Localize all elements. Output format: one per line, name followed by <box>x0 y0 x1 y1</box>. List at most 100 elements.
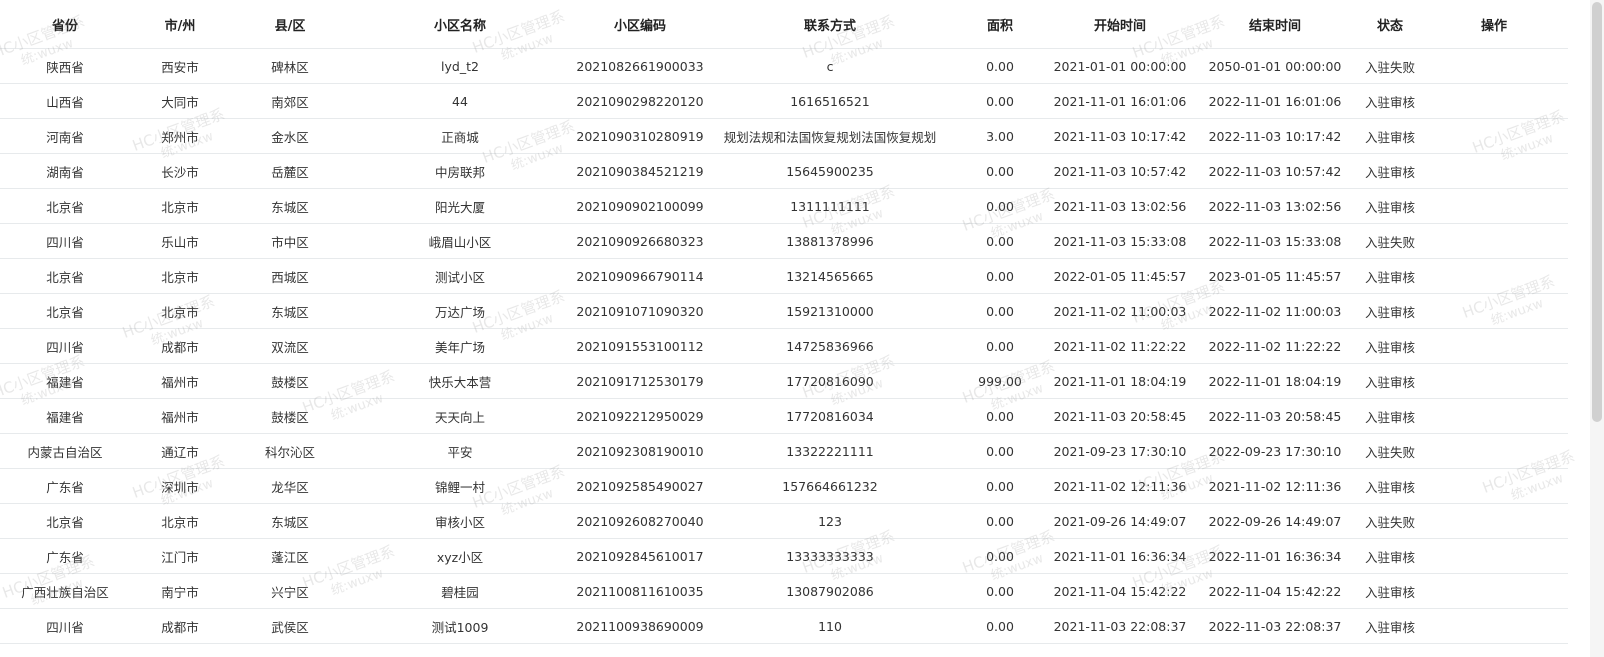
scrollbar-thumb[interactable] <box>1592 2 1602 422</box>
cell-status: 入驻失败 <box>1360 433 1420 469</box>
cell-province: 广西壮族自治区 <box>0 573 130 609</box>
cell-status: 入驻审核 <box>1360 328 1420 364</box>
cell-contact: 13214565665 <box>710 258 950 294</box>
cell-end-time: 2022-11-01 16:01:06 <box>1190 83 1360 119</box>
cell-area: 0.00 <box>950 538 1050 574</box>
table-row[interactable]: 北京省 北京市 西城区 测试小区 2021090966790114 13214565665… <box>0 258 1568 294</box>
cell-end-time: 2022-11-03 15:33:08 <box>1190 223 1360 259</box>
cell-start-time: 2021-11-04 15:42:22 <box>1050 573 1190 609</box>
cell-area: 0.00 <box>950 293 1050 329</box>
cell-actions <box>1420 328 1568 364</box>
cell-district: 碑林区 <box>230 48 350 84</box>
cell-community-code: 2021092585490027 <box>570 468 710 504</box>
cell-district: 南郊区 <box>230 83 350 119</box>
table-row[interactable]: 北京省 北京市 东城区 审核小区 2021092608270040 123 0.00 2021… <box>0 503 1568 539</box>
cell-status: 入驻审核 <box>1360 398 1420 434</box>
cell-province: 北京省 <box>0 503 130 539</box>
table-row[interactable]: 福建省 福州市 鼓楼区 天天向上 2021092212950029 17720816034… <box>0 398 1568 434</box>
table-row[interactable]: 内蒙古自治区 通辽市 科尔沁区 平安 2021092308190010 133222211… <box>0 433 1568 469</box>
cell-city: 大同市 <box>130 83 230 119</box>
vertical-scrollbar[interactable] <box>1590 0 1604 657</box>
cell-city: 北京市 <box>130 188 230 224</box>
cell-community-code: 2021090902100099 <box>570 188 710 224</box>
community-table: 省份 市/州 县/区 小区名称 小区编码 联系方式 面积 开始时间 结束时间 状… <box>0 0 1568 644</box>
table-row[interactable]: 陕西省 西安市 碑林区 lyd_t2 2021082661900033 c 0.00 2021… <box>0 48 1568 84</box>
cell-community-name: 平安 <box>350 433 570 469</box>
community-table-container: 省份 市/州 县/区 小区名称 小区编码 联系方式 面积 开始时间 结束时间 状… <box>0 0 1568 644</box>
table-row[interactable]: 广东省 江门市 蓬江区 xyz小区 2021092845610017 1333333333… <box>0 538 1568 574</box>
table-row[interactable]: 四川省 乐山市 市中区 峨眉山小区 2021090926680323 1388137899… <box>0 223 1568 259</box>
table-row[interactable]: 北京省 北京市 东城区 万达广场 2021091071090320 15921310000… <box>0 293 1568 329</box>
table-row[interactable]: 山西省 大同市 南郊区 44 2021090298220120 1616516521 0.0… <box>0 83 1568 119</box>
cell-start-time: 2021-11-01 18:04:19 <box>1050 363 1190 399</box>
cell-community-code: 2021100938690009 <box>570 608 710 644</box>
cell-start-time: 2021-11-02 12:11:36 <box>1050 468 1190 504</box>
cell-community-name: 正商城 <box>350 118 570 154</box>
cell-province: 福建省 <box>0 398 130 434</box>
cell-community-code: 2021090310280919 <box>570 118 710 154</box>
cell-contact: 15921310000 <box>710 293 950 329</box>
table-row[interactable]: 四川省 成都市 武侯区 测试1009 2021100938690009 110 0.00 20… <box>0 608 1568 644</box>
cell-community-code: 2021090384521219 <box>570 153 710 189</box>
table-row[interactable]: 北京省 北京市 东城区 阳光大厦 2021090902100099 1311111111 0… <box>0 188 1568 224</box>
cell-area: 0.00 <box>950 48 1050 84</box>
cell-contact: 1311111111 <box>710 188 950 224</box>
cell-district: 鼓楼区 <box>230 363 350 399</box>
cell-city: 长沙市 <box>130 153 230 189</box>
cell-actions <box>1420 503 1568 539</box>
cell-end-time: 2022-11-03 22:08:37 <box>1190 608 1360 644</box>
table-row[interactable]: 广东省 深圳市 龙华区 锦鲤一村 2021092585490027 15766466123… <box>0 468 1568 504</box>
cell-actions <box>1420 398 1568 434</box>
cell-contact: 13881378996 <box>710 223 950 259</box>
cell-community-name: 中房联邦 <box>350 153 570 189</box>
cell-actions <box>1420 573 1568 609</box>
cell-community-code: 2021100811610035 <box>570 573 710 609</box>
table-row[interactable]: 四川省 成都市 双流区 美年广场 2021091553100112 14725836966… <box>0 328 1568 364</box>
cell-status: 入驻审核 <box>1360 573 1420 609</box>
header-end-time: 结束时间 <box>1190 0 1360 49</box>
cell-province: 湖南省 <box>0 153 130 189</box>
cell-end-time: 2022-11-03 20:58:45 <box>1190 398 1360 434</box>
cell-province: 陕西省 <box>0 48 130 84</box>
cell-city: 北京市 <box>130 293 230 329</box>
cell-community-name: 峨眉山小区 <box>350 223 570 259</box>
cell-province: 北京省 <box>0 258 130 294</box>
table-row[interactable]: 河南省 郑州市 金水区 正商城 2021090310280919 规划法规和法国恢复规划法… <box>0 118 1568 154</box>
cell-province: 河南省 <box>0 118 130 154</box>
cell-district: 东城区 <box>230 188 350 224</box>
header-area: 面积 <box>950 0 1050 49</box>
table-row[interactable]: 福建省 福州市 鼓楼区 快乐大本营 2021091712530179 1772081609… <box>0 363 1568 399</box>
cell-community-code: 2021092845610017 <box>570 538 710 574</box>
cell-province: 北京省 <box>0 188 130 224</box>
cell-start-time: 2021-11-02 11:00:03 <box>1050 293 1190 329</box>
cell-district: 东城区 <box>230 503 350 539</box>
cell-district: 西城区 <box>230 258 350 294</box>
cell-area: 0.00 <box>950 608 1050 644</box>
cell-start-time: 2021-11-01 16:36:34 <box>1050 538 1190 574</box>
cell-status: 入驻审核 <box>1360 538 1420 574</box>
cell-city: 乐山市 <box>130 223 230 259</box>
cell-contact: 规划法规和法国恢复规划法国恢复规划 <box>710 118 950 154</box>
cell-community-name: 测试1009 <box>350 608 570 644</box>
cell-community-name: 碧桂园 <box>350 573 570 609</box>
table-row[interactable]: 湖南省 长沙市 岳麓区 中房联邦 2021090384521219 15645900235… <box>0 153 1568 189</box>
cell-area: 0.00 <box>950 153 1050 189</box>
cell-start-time: 2022-01-05 11:45:57 <box>1050 258 1190 294</box>
table-row[interactable]: 广西壮族自治区 南宁市 兴宁区 碧桂园 2021100811610035 13087902… <box>0 573 1568 609</box>
cell-community-name: 美年广场 <box>350 328 570 364</box>
cell-city: 通辽市 <box>130 433 230 469</box>
cell-status: 入驻失败 <box>1360 223 1420 259</box>
cell-city: 南宁市 <box>130 573 230 609</box>
header-province: 省份 <box>0 0 130 49</box>
cell-province: 四川省 <box>0 608 130 644</box>
cell-start-time: 2021-11-03 22:08:37 <box>1050 608 1190 644</box>
header-contact: 联系方式 <box>710 0 950 49</box>
cell-community-code: 2021090966790114 <box>570 258 710 294</box>
cell-district: 鼓楼区 <box>230 398 350 434</box>
cell-end-time: 2023-01-05 11:45:57 <box>1190 258 1360 294</box>
cell-community-code: 2021090926680323 <box>570 223 710 259</box>
cell-contact: 17720816090 <box>710 363 950 399</box>
cell-end-time: 2022-11-04 15:42:22 <box>1190 573 1360 609</box>
cell-community-code: 2021092608270040 <box>570 503 710 539</box>
cell-contact: 13322221111 <box>710 433 950 469</box>
